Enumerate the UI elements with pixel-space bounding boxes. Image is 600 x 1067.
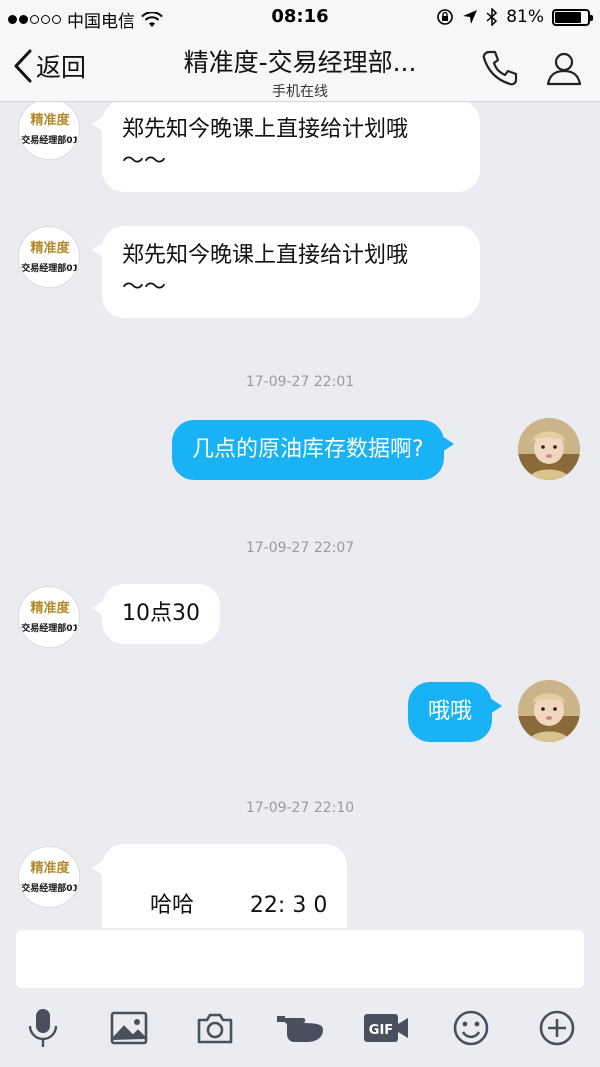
brand-logo: 精准度: [30, 861, 70, 876]
profile-icon[interactable]: [544, 48, 584, 88]
chat-subtitle: 手机在线: [272, 84, 328, 100]
contact-avatar[interactable]: 精准度 交易经理部01: [18, 846, 80, 908]
nav-bar: 返回 精准度-交易经理部... 手机在线: [0, 36, 600, 102]
timestamp: 17-09-27 22:01: [245, 374, 355, 390]
status-bar: 中国电信 08:16 81%: [0, 0, 600, 36]
input-toolbar: GIF: [0, 1008, 600, 1048]
status-right: 81%: [436, 7, 593, 27]
self-avatar[interactable]: [518, 680, 580, 742]
microphone-icon[interactable]: [21, 1008, 65, 1048]
bluetooth-icon: [486, 8, 498, 26]
message-text: 郑先知今晚课上直接给计划哦: [122, 117, 409, 142]
child-photo-icon: [518, 680, 580, 742]
message-text: ～～: [122, 149, 167, 174]
brand-caption: 交易经理部01: [21, 264, 79, 274]
contact-avatar[interactable]: 精准度 交易经理部01: [18, 226, 80, 288]
message-input[interactable]: [16, 930, 584, 988]
message-text: 哈哈 22: 3 0: [149, 893, 328, 918]
camera-icon[interactable]: [193, 1008, 237, 1048]
message-text: 哦哦: [428, 699, 473, 724]
message-bubble-outgoing[interactable]: 几点的原油库存数据啊?: [172, 420, 454, 480]
brand-caption: 交易经理部01: [21, 624, 79, 634]
message-text: 10点30: [122, 601, 200, 626]
gif-label: GIF: [369, 1023, 393, 1038]
gif-icon[interactable]: GIF: [362, 1008, 410, 1048]
message-bubble-incoming[interactable]: 郑先知今晚课上直接给计划哦 ～～: [92, 226, 480, 318]
back-button[interactable]: 返回: [12, 48, 86, 84]
message-bubble-incoming[interactable]: 郑先知今晚课上直接给计划哦 ～～: [92, 102, 480, 192]
chat-header[interactable]: 精准度-交易经理部... 手机在线: [150, 43, 450, 101]
timestamp: 17-09-27 22:10: [245, 800, 355, 816]
brand-logo: 精准度: [30, 113, 70, 128]
brand-caption: 交易经理部01: [21, 884, 79, 894]
brand-logo: 精准度: [30, 241, 70, 256]
image-icon[interactable]: [107, 1008, 151, 1048]
message-text: 郑先知今晚课上直接给计划哦: [122, 243, 409, 268]
chat-title: 精准度-交易经理部...: [183, 48, 417, 77]
battery-icon: [552, 8, 593, 26]
message-bubble-outgoing[interactable]: 哦哦: [408, 682, 503, 742]
rotation-lock-icon: [437, 9, 454, 25]
contact-avatar[interactable]: 精准度 交易经理部01: [18, 102, 80, 160]
message-text: 几点的原油库存数据啊?: [192, 437, 424, 462]
back-label: 返回: [36, 53, 87, 82]
timestamp: 17-09-27 22:07: [245, 540, 355, 556]
nav-actions: [480, 48, 584, 88]
phone-icon[interactable]: [480, 48, 520, 88]
message-bubble-incoming[interactable]: 哈哈 22: 3 0: [91, 844, 348, 928]
location-arrow-icon: [463, 10, 478, 24]
chevron-left-icon: [14, 49, 32, 83]
brand-caption: 交易经理部01: [21, 136, 79, 146]
plus-icon[interactable]: [535, 1008, 579, 1048]
child-photo-icon: [518, 418, 580, 480]
contact-avatar[interactable]: 精准度 交易经理部01: [18, 586, 80, 648]
battery-percent: 81%: [506, 7, 544, 27]
message-list[interactable]: 精准度 交易经理部01 郑先知今晚课上直接给计划哦 ～～ 精准度 交易经理部01…: [0, 102, 600, 928]
brand-logo: 精准度: [30, 601, 70, 616]
input-area: GIF: [0, 928, 600, 1067]
message-bubble-incoming[interactable]: 10点30: [92, 584, 220, 644]
self-avatar[interactable]: [518, 418, 580, 480]
poke-hand-icon[interactable]: [276, 1008, 328, 1048]
emoji-icon[interactable]: [449, 1008, 493, 1048]
message-text: ～～: [122, 275, 167, 300]
